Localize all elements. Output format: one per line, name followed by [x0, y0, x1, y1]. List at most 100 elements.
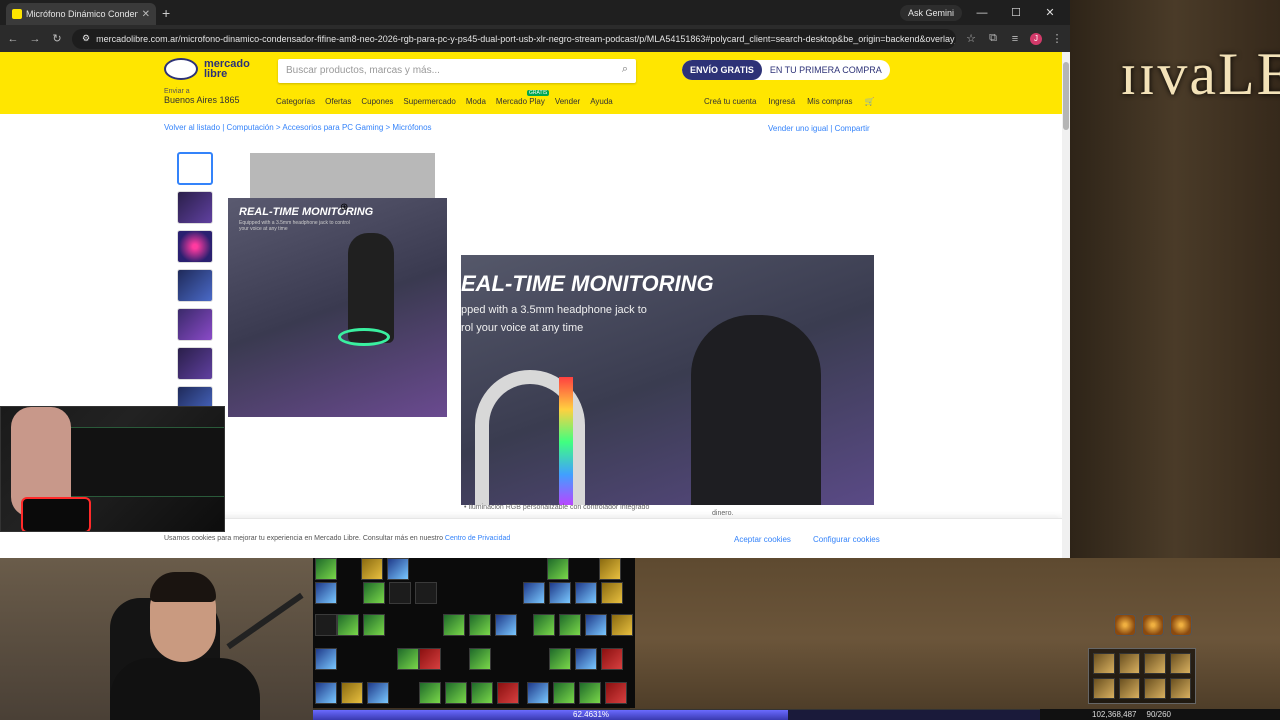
inventory-slot[interactable] — [1118, 653, 1140, 674]
thumbnail-1[interactable] — [177, 152, 213, 185]
action-slot[interactable] — [527, 682, 549, 704]
product-image[interactable]: REAL-TIME MONITORING Equipped with a 3.5… — [228, 198, 447, 417]
action-slot[interactable] — [549, 582, 571, 604]
inventory-slot[interactable] — [1144, 653, 1166, 674]
nav-categorias[interactable]: Categorías — [276, 97, 315, 106]
tab-mercadolibre[interactable]: Micrófono Dinámico Condensa... ✕ — [6, 3, 156, 25]
scrollbar-thumb[interactable] — [1063, 62, 1069, 130]
action-slot[interactable] — [363, 582, 385, 604]
action-slot[interactable] — [361, 558, 383, 580]
forward-icon[interactable]: → — [28, 33, 42, 45]
extensions-icon[interactable]: ⧉ — [986, 32, 1000, 45]
action-slot[interactable] — [341, 682, 363, 704]
action-slot[interactable] — [579, 682, 601, 704]
nav-login[interactable]: Ingresá — [768, 97, 795, 106]
breadcrumb[interactable]: Volver al listado | Computación > Acceso… — [164, 123, 432, 132]
minimize-icon[interactable]: — — [968, 7, 996, 19]
action-slot[interactable] — [445, 682, 467, 704]
action-slot[interactable] — [585, 614, 607, 636]
inventory-slot[interactable] — [1093, 653, 1115, 674]
url-field[interactable]: ⚙ mercadolibre.com.ar/microfono-dinamico… — [72, 28, 956, 49]
action-slot[interactable] — [387, 558, 409, 580]
ask-gemini-button[interactable]: Ask Gemini — [899, 4, 962, 21]
inventory-slot[interactable] — [1169, 653, 1191, 674]
deliver-location[interactable]: Enviar a Buenos Aires 1865 — [164, 88, 240, 105]
action-slot[interactable] — [601, 648, 623, 670]
action-slot[interactable] — [315, 648, 337, 670]
nav-ayuda[interactable]: Ayuda — [590, 97, 613, 106]
action-slot[interactable] — [419, 682, 441, 704]
thumbnail-3[interactable] — [177, 230, 213, 263]
nav-my-purchases[interactable]: Mis compras — [807, 97, 852, 106]
maximize-icon[interactable]: ☐ — [1002, 6, 1030, 19]
action-slot[interactable] — [443, 614, 465, 636]
nav-mercado-play[interactable]: Mercado Play — [496, 97, 545, 106]
menu-icon[interactable]: ⋮ — [1050, 32, 1064, 45]
action-slot[interactable] — [337, 614, 359, 636]
action-slot[interactable] — [559, 614, 581, 636]
action-slot[interactable] — [575, 582, 597, 604]
action-slot[interactable] — [549, 648, 571, 670]
reload-icon[interactable]: ↻ — [50, 32, 64, 45]
action-slot[interactable] — [471, 682, 493, 704]
cart-icon[interactable]: 🛒 — [865, 97, 875, 106]
nav-vender[interactable]: Vender — [555, 97, 580, 106]
search-icon[interactable]: ⌕ — [622, 63, 628, 76]
action-slot[interactable] — [601, 582, 623, 604]
inventory-slot[interactable] — [1093, 678, 1115, 699]
action-slot[interactable] — [397, 648, 419, 670]
configure-cookies-button[interactable]: Configurar cookies — [813, 535, 880, 544]
action-slot[interactable] — [363, 614, 385, 636]
action-slot[interactable] — [389, 582, 411, 604]
action-slot[interactable] — [547, 558, 569, 580]
action-slot[interactable] — [315, 582, 337, 604]
action-slot[interactable] — [469, 614, 491, 636]
new-tab-button[interactable]: + — [162, 5, 170, 21]
action-slot[interactable] — [553, 682, 575, 704]
action-slot[interactable] — [495, 614, 517, 636]
nav-create-account[interactable]: Creá tu cuenta — [704, 97, 756, 106]
action-slot[interactable] — [315, 614, 337, 636]
site-info-icon[interactable]: ⚙ — [82, 33, 90, 44]
action-slot[interactable] — [533, 614, 555, 636]
bookmark-star-icon[interactable]: ☆ — [964, 32, 978, 45]
back-icon[interactable]: ← — [6, 33, 20, 45]
sell-share-links[interactable]: Vender uno igual | Compartir — [768, 124, 870, 133]
thumbnail-2[interactable] — [177, 191, 213, 224]
privacy-center-link[interactable]: Centro de Privacidad — [445, 535, 510, 542]
inventory-slot[interactable] — [1144, 678, 1166, 699]
game-castle-icon[interactable] — [1142, 614, 1164, 636]
thumbnail-6[interactable] — [177, 347, 213, 380]
action-slot[interactable] — [315, 682, 337, 704]
action-slot[interactable] — [611, 614, 633, 636]
nav-moda[interactable]: Moda — [466, 97, 486, 106]
action-slot[interactable] — [415, 582, 437, 604]
action-slot[interactable] — [575, 648, 597, 670]
action-slot[interactable] — [315, 558, 337, 580]
game-skill-icon[interactable] — [1114, 614, 1136, 636]
close-window-icon[interactable]: ✕ — [1036, 6, 1064, 19]
action-slot[interactable] — [497, 682, 519, 704]
page-scrollbar[interactable] — [1062, 52, 1070, 558]
action-slot[interactable] — [599, 558, 621, 580]
search-input[interactable]: Buscar productos, marcas y más... ⌕ — [278, 59, 636, 83]
nav-cupones[interactable]: Cupones — [361, 97, 393, 106]
promo-banner[interactable]: ENVÍO GRATIS EN TU PRIMERA COMPRA — [682, 60, 890, 80]
action-slot[interactable] — [523, 582, 545, 604]
close-tab-icon[interactable]: ✕ — [142, 9, 150, 20]
ml-logo[interactable]: mercado libre — [164, 58, 264, 80]
inventory-slot[interactable] — [1118, 678, 1140, 699]
thumbnail-4[interactable] — [177, 269, 213, 302]
nav-ofertas[interactable]: Ofertas — [325, 97, 351, 106]
inventory-slot[interactable] — [1169, 678, 1191, 699]
action-slot[interactable] — [419, 648, 441, 670]
thumbnail-5[interactable] — [177, 308, 213, 341]
action-slot[interactable] — [605, 682, 627, 704]
profile-avatar[interactable]: J — [1030, 32, 1042, 45]
game-sword-icon[interactable] — [1170, 614, 1192, 636]
action-slot[interactable] — [469, 648, 491, 670]
media-icon[interactable]: ≡ — [1008, 33, 1022, 45]
accept-cookies-button[interactable]: Aceptar cookies — [734, 535, 791, 544]
nav-supermercado[interactable]: Supermercado — [403, 97, 455, 106]
action-slot[interactable] — [367, 682, 389, 704]
